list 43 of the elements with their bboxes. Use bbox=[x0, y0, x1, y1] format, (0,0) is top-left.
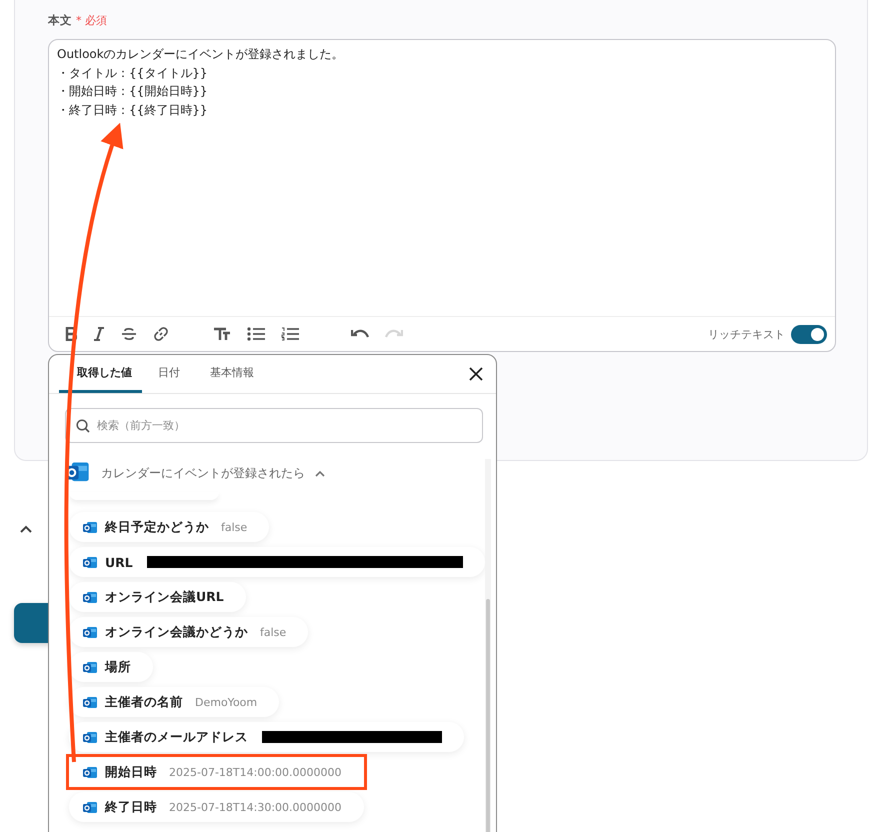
value-chip[interactable]: 主催者のメールアドレス bbox=[69, 722, 464, 752]
calendar-app-icon bbox=[83, 766, 97, 778]
numbered-list-icon[interactable] bbox=[281, 327, 299, 341]
tab[interactable]: 日付 bbox=[144, 355, 194, 393]
text-size-icon[interactable] bbox=[213, 327, 231, 341]
search-field[interactable]: 検索（前方一致） bbox=[65, 408, 483, 443]
text-line: Outlookのカレンダーにイベントが登録されました。 bbox=[57, 46, 345, 63]
group-title[interactable]: カレンダーにイベントが登録されたら bbox=[101, 464, 305, 482]
toggle-label: リッチテキスト bbox=[708, 326, 785, 342]
tab[interactable]: 基本情報 bbox=[196, 355, 268, 393]
body-text-editor[interactable]: Outlookのカレンダーにイベントが登録されました。 ・タイトル：{{タイトル}} ・開始日時：{{開始日時}} ・終了日時：{{終了日時}} リッチテキスト bbox=[48, 39, 836, 352]
undo-icon[interactable] bbox=[351, 328, 369, 340]
value-chip[interactable]: 場所 bbox=[69, 652, 153, 682]
bold-icon[interactable] bbox=[65, 327, 77, 341]
chevron-up-icon[interactable] bbox=[20, 525, 32, 533]
text-line: ・終了日時：{{終了日時}} bbox=[57, 102, 209, 118]
calendar-app-icon bbox=[83, 660, 97, 674]
tab[interactable]: 取得した値 bbox=[59, 355, 142, 393]
bullet-list-icon[interactable] bbox=[247, 327, 265, 341]
search-icon bbox=[76, 419, 90, 433]
calendar-app-icon bbox=[83, 626, 97, 638]
text-line: ・開始日時：{{開始日時}} bbox=[57, 83, 209, 100]
value-chip[interactable]: URL bbox=[69, 547, 485, 577]
value-chip[interactable]: オンライン会議かどうか false bbox=[69, 617, 308, 647]
link-icon[interactable] bbox=[153, 326, 169, 342]
calendar-app-icon bbox=[83, 556, 97, 568]
calendar-app-icon bbox=[83, 800, 97, 814]
rich-text-toggle[interactable] bbox=[791, 324, 827, 344]
value-chip[interactable]: 終日予定かどうか false bbox=[69, 512, 270, 542]
calendar-app-icon bbox=[83, 590, 97, 604]
text-line: ・タイトル：{{タイトル}} bbox=[57, 64, 209, 82]
strikethrough-icon[interactable] bbox=[121, 327, 137, 341]
chevron-up-icon[interactable] bbox=[315, 470, 325, 476]
required-label: * 必須 bbox=[76, 12, 107, 28]
calendar-app-icon bbox=[83, 520, 97, 534]
italic-icon[interactable] bbox=[93, 327, 105, 341]
value-chip[interactable]: 終了日時 2025-07-18T14:30:00.0000000 bbox=[69, 792, 364, 822]
calendar-app-icon bbox=[83, 730, 97, 744]
field-label: 本文 bbox=[48, 12, 72, 28]
scrollbar[interactable] bbox=[484, 459, 491, 832]
calendar-app-icon bbox=[83, 696, 97, 708]
close-icon[interactable] bbox=[468, 366, 484, 382]
value-chip[interactable]: オンライン会議URL bbox=[69, 582, 246, 612]
